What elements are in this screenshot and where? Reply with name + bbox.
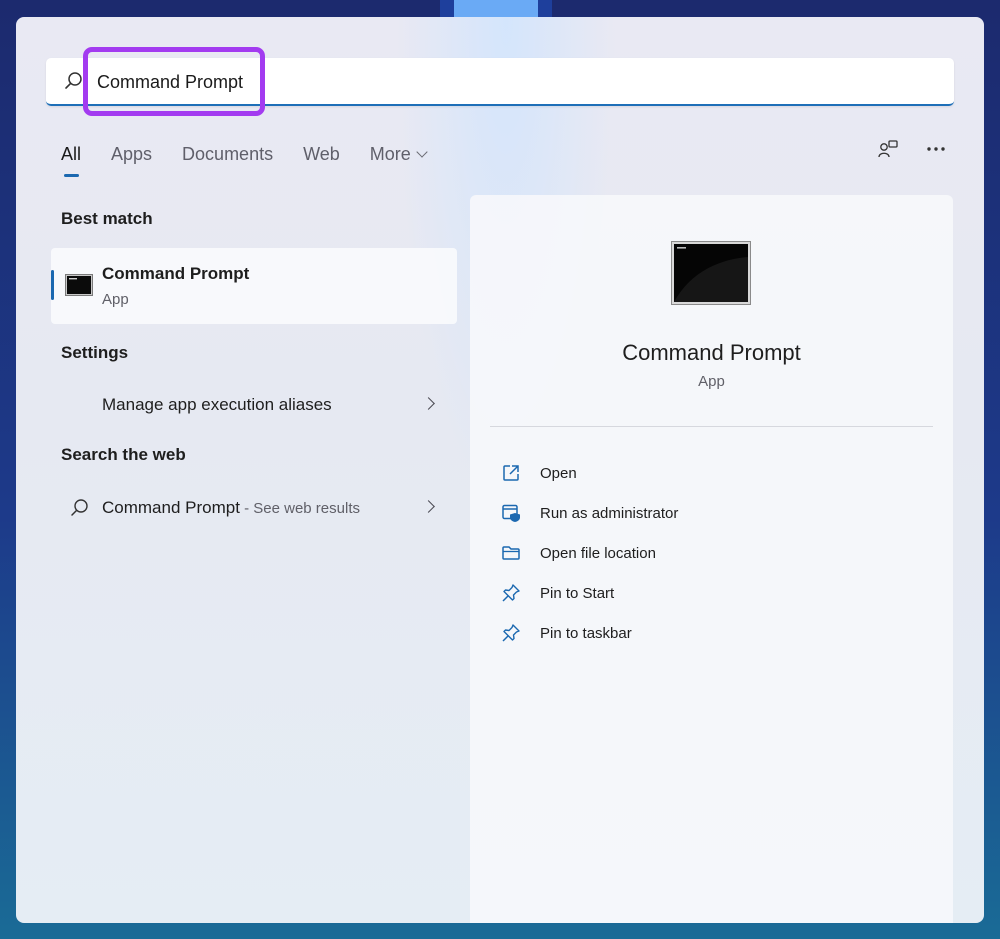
share-icon[interactable] [876, 137, 900, 161]
command-prompt-icon [65, 274, 93, 296]
search-web-heading: Search the web [61, 445, 186, 464]
best-match-result[interactable]: Command Prompt App [51, 248, 457, 324]
open-action[interactable]: Open [500, 453, 920, 493]
open-file-location-label: Open file location [540, 544, 656, 562]
chevron-down-icon [416, 145, 428, 158]
run-as-admin-action[interactable]: Run as administrator [500, 493, 920, 533]
detail-pane: Command Prompt App Open Run as administr… [470, 195, 953, 923]
more-options-icon[interactable] [924, 137, 948, 161]
web-search-icon [71, 499, 88, 516]
pin-icon [500, 622, 522, 644]
web-result-suffix: - See web results [239, 500, 360, 517]
pin-icon [500, 582, 522, 604]
open-external-icon [500, 462, 522, 484]
tab-more[interactable]: More [369, 143, 428, 165]
divider [490, 426, 933, 427]
detail-subtitle: App [698, 373, 725, 390]
tab-more-label: More [369, 143, 411, 164]
run-as-admin-label: Run as administrator [540, 504, 679, 522]
detail-title: Command Prompt [622, 340, 801, 365]
action-list: Open Run as administrator Open file loca… [500, 453, 920, 653]
search-bar[interactable] [46, 58, 954, 106]
selection-indicator [51, 270, 54, 300]
settings-item-label: Manage app execution aliases [102, 395, 332, 414]
pin-to-start-label: Pin to Start [540, 584, 615, 602]
command-prompt-large-icon [671, 241, 751, 305]
search-icon [65, 72, 82, 89]
pin-to-start-action[interactable]: Pin to Start [500, 573, 920, 613]
best-match-title: Command Prompt [102, 264, 250, 283]
pin-to-taskbar-label: Pin to taskbar [540, 624, 632, 642]
tab-documents[interactable]: Documents [182, 144, 273, 165]
web-result-label: Command Prompt - See web results [102, 498, 360, 518]
pin-to-taskbar-action[interactable]: Pin to taskbar [500, 613, 920, 653]
top-right-toolbar [876, 137, 948, 161]
search-input[interactable] [97, 66, 797, 98]
tab-apps[interactable]: Apps [111, 144, 152, 165]
web-result-item[interactable]: Command Prompt - See web results [51, 488, 457, 528]
settings-heading: Settings [61, 343, 129, 362]
web-result-query: Command Prompt [102, 498, 240, 517]
tab-all[interactable]: All [61, 144, 81, 177]
best-match-heading: Best match [61, 209, 153, 228]
best-match-subtitle: App [102, 291, 129, 308]
chevron-right-icon [422, 500, 435, 513]
open-label: Open [540, 464, 577, 482]
filter-tabs: All Apps Documents Web More [61, 139, 456, 177]
open-file-location-action[interactable]: Open file location [500, 533, 920, 573]
admin-shield-icon [500, 502, 522, 524]
folder-icon [500, 542, 522, 564]
settings-item-app-aliases[interactable]: Manage app execution aliases [51, 385, 457, 425]
chevron-right-icon [422, 397, 435, 410]
tab-web[interactable]: Web [303, 144, 340, 165]
search-panel: All Apps Documents Web More Best match [16, 17, 984, 923]
